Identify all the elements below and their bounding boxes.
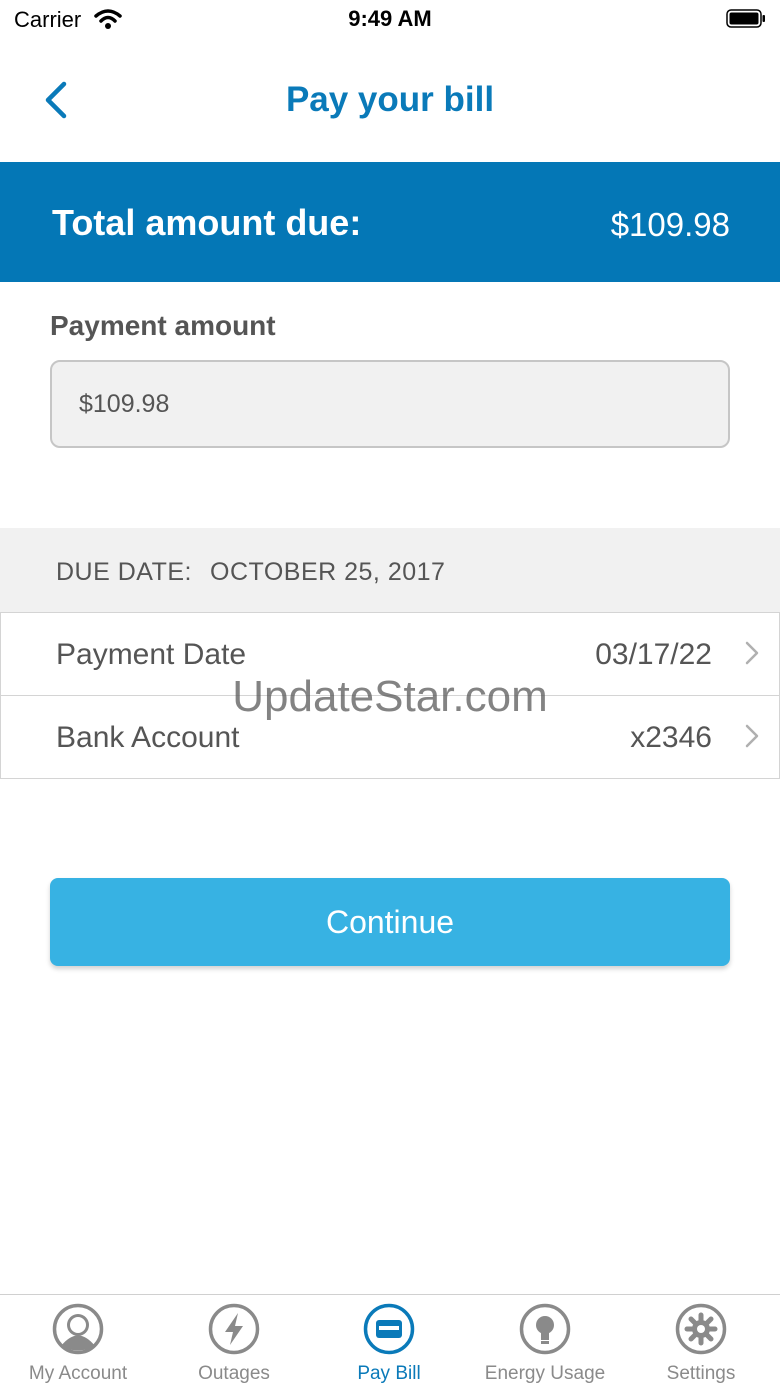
gear-icon — [675, 1303, 727, 1355]
nav-bar: Pay your bill — [0, 40, 780, 162]
due-date-section: DUE DATE: OCTOBER 25, 2017 — [0, 528, 780, 612]
tab-label: My Account — [28, 1363, 128, 1384]
status-time: 9:49 AM — [348, 6, 432, 31]
chevron-right-icon — [745, 641, 759, 665]
due-date-text: DUE DATE: OCTOBER 25, 2017 — [56, 558, 445, 587]
status-bar: Carrier 9:49 AM — [0, 0, 780, 40]
tab-bar: My Account Outages Pay Bill Energy Usage — [0, 1294, 780, 1388]
total-amount-banner: Total amount due: $109.98 — [0, 162, 780, 282]
battery-icon — [726, 9, 765, 28]
tab-my-account[interactable]: My Account — [0, 1295, 156, 1388]
chevron-right-icon — [745, 724, 759, 748]
total-amount-value: $109.98 — [610, 206, 730, 243]
page-title: Pay your bill — [285, 80, 495, 119]
payment-amount-label: Payment amount — [50, 310, 276, 341]
due-date-label: DUE DATE: — [56, 558, 192, 586]
tab-settings[interactable]: Settings — [623, 1295, 779, 1388]
tab-label: Settings — [666, 1363, 736, 1384]
total-amount-label: Total amount due: — [52, 202, 362, 243]
tab-label: Energy Usage — [484, 1363, 606, 1384]
payment-amount-input[interactable] — [50, 360, 730, 448]
bank-account-value: x2346 — [630, 721, 712, 754]
payment-date-row[interactable]: Payment Date 03/17/22 — [0, 612, 780, 696]
person-icon — [52, 1303, 104, 1355]
bank-account-row[interactable]: Bank Account x2346 — [0, 695, 780, 779]
payment-date-value: 03/17/22 — [595, 638, 712, 671]
tab-label: Pay Bill — [357, 1363, 421, 1384]
tab-outages[interactable]: Outages — [156, 1295, 312, 1388]
payment-date-label: Payment Date — [56, 638, 247, 671]
continue-button[interactable]: Continue — [50, 878, 730, 966]
lightbulb-icon — [519, 1303, 571, 1355]
due-date-value: OCTOBER 25, 2017 — [210, 558, 446, 586]
card-icon — [363, 1303, 415, 1355]
bank-account-label: Bank Account — [56, 721, 240, 754]
lightning-icon — [208, 1303, 260, 1355]
tab-label: Outages — [198, 1363, 270, 1384]
tab-pay-bill[interactable]: Pay Bill — [311, 1295, 467, 1388]
tab-energy-usage[interactable]: Energy Usage — [467, 1295, 623, 1388]
